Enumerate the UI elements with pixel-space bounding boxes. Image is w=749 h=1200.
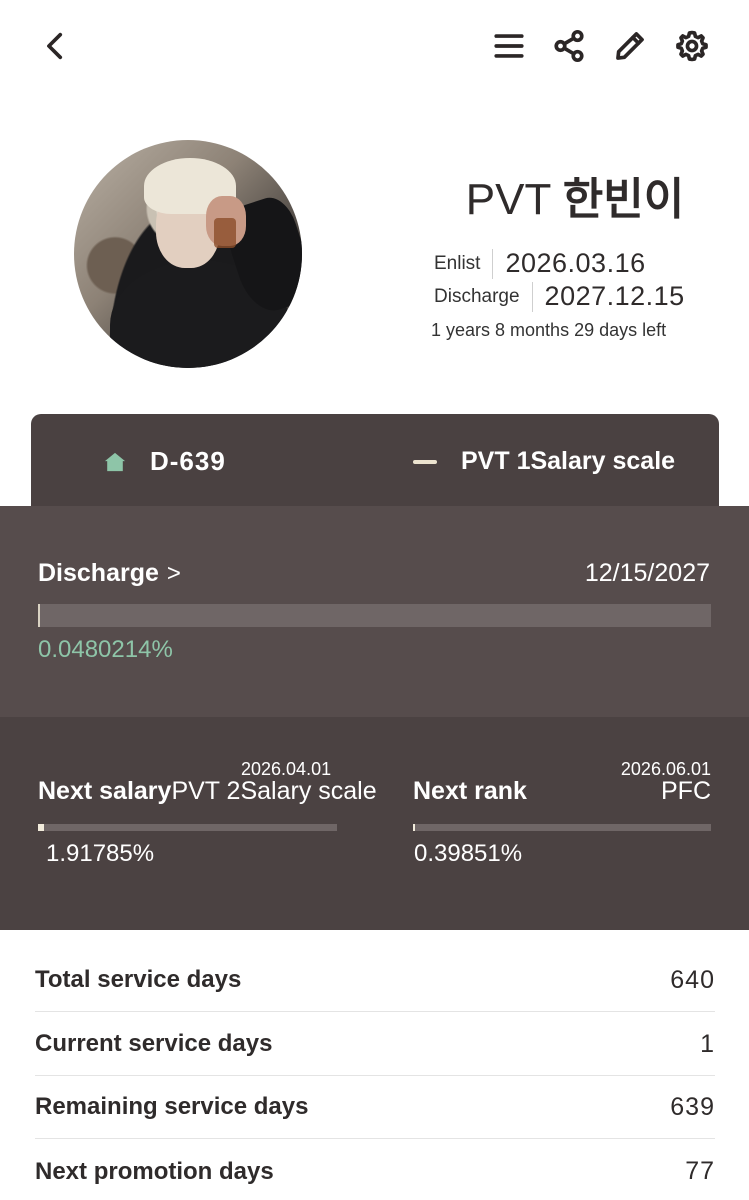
gear-icon <box>676 30 708 62</box>
next-rank-value: PFC <box>661 777 711 805</box>
discharge-progress-fill <box>38 604 40 627</box>
discharge-link[interactable]: Discharge > <box>38 559 181 588</box>
stat-row-remaining: Remaining service days 639 <box>35 1076 715 1139</box>
discharge-label: Discharge <box>434 285 520 307</box>
discharge-target-date: 12/15/2027 <box>584 559 710 587</box>
next-rank-progress-fill <box>413 824 415 831</box>
stat-value: 639 <box>670 1092 715 1121</box>
profile-avatar <box>74 140 302 368</box>
stat-label: Current service days <box>35 1030 273 1057</box>
dday-counter: D-639 <box>104 446 226 477</box>
stat-value: 640 <box>670 965 715 994</box>
divider <box>531 281 533 312</box>
edit-button[interactable] <box>610 26 650 66</box>
dash-icon <box>413 459 437 464</box>
discharge-row: Discharge 2027.12.15 <box>434 281 685 312</box>
menu-button[interactable] <box>489 26 529 66</box>
chevron-right-icon: > <box>166 559 181 587</box>
stat-label: Next promotion days <box>35 1157 274 1185</box>
time-left-text: 1 years 8 months 29 days left <box>431 320 667 340</box>
settings-button[interactable] <box>672 26 712 66</box>
stat-row-current: Current service days 1 <box>35 1013 715 1076</box>
next-rank-progress-track <box>413 824 711 831</box>
salary-scale-indicator: PVT 1Salary scale <box>413 447 675 476</box>
divider <box>492 248 494 279</box>
stat-row-total: Total service days 640 <box>35 949 715 1012</box>
next-salary-progress-track <box>38 824 337 831</box>
next-salary-label: Next salary <box>38 777 172 805</box>
hamburger-menu-icon <box>494 34 524 58</box>
salary-scale-text: PVT 1Salary scale <box>461 447 676 475</box>
stat-label: Total service days <box>35 966 242 993</box>
profile-name: PVT 한빈이 <box>400 163 749 227</box>
profile-nickname: 한빈이 <box>562 175 685 224</box>
back-button[interactable] <box>36 26 76 66</box>
next-salary-title: Next salaryPVT 2Salary scale <box>38 777 377 806</box>
chevron-left-icon <box>47 32 63 60</box>
profile-rank: PVT <box>465 175 551 224</box>
stat-row-next-promotion: Next promotion days 77 <box>35 1140 715 1200</box>
enlist-row: Enlist 2026.03.16 <box>434 248 646 279</box>
discharge-link-label: Discharge <box>38 559 159 587</box>
stat-value: 1 <box>700 1029 715 1058</box>
next-salary-percent: 1.91785% <box>46 840 155 867</box>
discharge-progress-percent: 0.0480214% <box>38 636 173 663</box>
stat-value: 77 <box>685 1157 715 1185</box>
enlist-date: 2026.03.16 <box>505 248 646 278</box>
house-icon <box>104 452 126 471</box>
enlist-label: Enlist <box>434 252 481 274</box>
dday-text: D-639 <box>150 446 226 476</box>
top-bar <box>0 0 749 92</box>
discharge-date: 2027.12.15 <box>544 281 685 311</box>
next-rank-label-wrap: Next rank <box>413 777 527 806</box>
stat-label: Remaining service days <box>35 1093 309 1120</box>
share-icon <box>554 29 584 63</box>
next-salary-value: PVT 2Salary scale <box>171 777 377 805</box>
share-button[interactable] <box>549 26 589 66</box>
next-rank-label: Next rank <box>413 777 527 805</box>
next-rank-percent: 0.39851% <box>414 840 523 867</box>
pencil-icon <box>616 32 644 60</box>
discharge-progress-track <box>38 604 711 627</box>
next-salary-progress-fill <box>38 824 44 831</box>
